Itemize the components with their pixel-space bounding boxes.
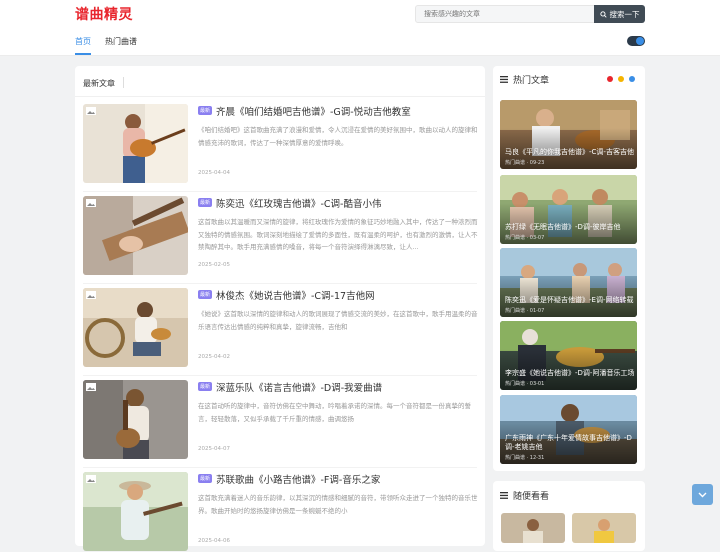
article-divider (83, 191, 477, 192)
hot-articles-title: 热门文章 (513, 76, 550, 86)
latest-articles-panel: 最新文章 最新 齐晨《咱们结婚吧吉他谱》-G调-悦动吉他教室 《咱们结婚吧》这首… (75, 66, 485, 551)
hot-article-card[interactable]: 李宗盛《她说吉他谱》-D调-阿潘音乐工场 热门曲谱 · 03-01 (500, 321, 637, 390)
dot-yellow (618, 76, 624, 82)
image-icon (86, 475, 96, 483)
article-item[interactable]: 最新 陈奕迅《红玫瑰吉他谱》-C调-酷音小伟 这首歌曲以其温暖而又深情的旋律，将… (83, 196, 478, 276)
article-title[interactable]: 齐晨《咱们结婚吧吉他谱》-G调-悦动吉他教室 (216, 104, 411, 118)
search-icon (599, 10, 607, 18)
article-title[interactable]: 陈奕迅《红玫瑰吉他谱》-C调-酷音小伟 (216, 196, 382, 210)
hot-article-title[interactable]: 李宗盛《她说吉他谱》-D调-阿潘音乐工场 (505, 369, 635, 378)
random-article-thumbnail[interactable] (501, 513, 565, 543)
article-date: 2025-04-06 (198, 538, 230, 544)
article-date: 2025-04-04 (198, 170, 230, 176)
search-bar: 搜索一下 (415, 5, 645, 23)
image-icon (86, 199, 96, 207)
new-badge: 最新 (198, 106, 212, 115)
article-date: 2025-04-02 (198, 354, 230, 360)
article-item[interactable]: 最新 齐晨《咱们结婚吧吉他谱》-G调-悦动吉他教室 《咱们结婚吧》这首歌曲充满了… (83, 104, 478, 184)
new-badge: 最新 (198, 290, 212, 299)
hot-article-meta: 热门曲谱 · 09-23 (505, 160, 545, 166)
image-icon (86, 383, 96, 391)
list-icon (500, 492, 508, 499)
new-badge: 最新 (198, 382, 212, 391)
article-item[interactable]: 最新 深蓝乐队《诺言吉他谱》-D调-我爱曲谱 在这首动听的旋律中，音符仿佛在空中… (83, 380, 477, 460)
article-thumbnail[interactable] (83, 104, 188, 183)
article-item[interactable]: 最新 林俊杰《她说吉他谱》-C调-17吉他网 《她说》这首歌以深情的旋律和动人的… (83, 288, 478, 368)
section-title: 最新文章 (83, 79, 115, 88)
hot-article-meta: 热门曲谱 · 03-07 (505, 235, 545, 241)
hot-articles-panel: 热门文章 马良《平凡的你我吉他谱》-C调-吉客吉他 热门曲谱 · 09-23 苏… (493, 66, 645, 471)
hot-article-meta: 热门曲谱 · 01-07 (505, 308, 545, 314)
search-button[interactable]: 搜索一下 (594, 5, 645, 23)
dot-red (607, 76, 613, 82)
title-divider (123, 77, 124, 88)
hot-article-title[interactable]: 马良《平凡的你我吉他谱》-C调-吉客吉他 (505, 148, 635, 157)
hot-article-card[interactable]: 陈奕迅《爱是怀疑吉他谱》-E调-网络转载 热门曲谱 · 01-07 (500, 248, 637, 317)
search-button-label: 搜索一下 (609, 9, 640, 19)
new-badge: 最新 (198, 198, 212, 207)
image-icon (86, 107, 96, 115)
article-thumbnail[interactable] (83, 380, 188, 459)
hot-article-card[interactable]: 广东雨神《广东十年爱情故事吉他谱》-D调-老姚吉他 热门曲谱 · 12-31 (500, 395, 637, 464)
random-articles-title: 随便看看 (513, 492, 550, 502)
theme-toggle[interactable] (627, 36, 645, 46)
nav-item-home[interactable]: 首页 (75, 36, 91, 47)
hot-article-title[interactable]: 陈奕迅《爱是怀疑吉他谱》-E调-网络转载 (505, 296, 635, 305)
article-excerpt: 这首歌曲以其温暖而又深情的旋律，将红玫瑰作为爱情的象征巧妙地融入其中，传达了一种… (198, 218, 478, 251)
article-title[interactable]: 林俊杰《她说吉他谱》-C调-17吉他网 (216, 288, 375, 302)
random-articles-heading: 随便看看 (500, 489, 549, 502)
article-thumbnail[interactable] (83, 288, 188, 367)
article-item[interactable]: 最新 苏联歌曲《小路吉他谱》-F调-音乐之家 这首歌充满着迷人的音乐韵律，以其深… (83, 472, 478, 552)
image-icon (86, 291, 96, 299)
hot-article-card[interactable]: 马良《平凡的你我吉他谱》-C调-吉客吉他 热门曲谱 · 09-23 (500, 100, 637, 169)
hot-article-title[interactable]: 广东雨神《广东十年爱情故事吉他谱》-D调-老姚吉他 (505, 434, 635, 452)
article-title[interactable]: 苏联歌曲《小路吉他谱》-F调-音乐之家 (216, 472, 380, 486)
hot-article-meta: 热门曲谱 · 12-31 (505, 455, 545, 461)
list-icon (500, 76, 508, 83)
toggle-knob (636, 37, 644, 45)
article-thumbnail[interactable] (83, 472, 188, 551)
nav-item-hot-scores[interactable]: 热门曲谱 (105, 36, 137, 47)
article-date: 2025-02-05 (198, 262, 230, 268)
hot-article-title[interactable]: 苏打绿《无眠吉他谱》-D调-彼岸吉他 (505, 223, 635, 232)
article-title[interactable]: 深蓝乐队《诺言吉他谱》-D调-我爱曲谱 (216, 380, 382, 394)
article-divider (83, 467, 477, 468)
article-excerpt: 《咱们结婚吧》这首歌曲充满了浪漫和爱情，令人沉浸在爱情的美好氛围中，歌曲以动人的… (198, 126, 478, 147)
nav-active-indicator (75, 53, 91, 55)
random-article-thumbnail[interactable] (572, 513, 636, 543)
article-date: 2025-04-07 (198, 446, 230, 452)
hot-article-card[interactable]: 苏打绿《无眠吉他谱》-D调-彼岸吉他 热门曲谱 · 03-07 (500, 175, 637, 244)
window-dots (607, 76, 635, 82)
search-input[interactable] (415, 5, 595, 23)
article-excerpt: 《她说》这首歌以深情的旋律和动人的歌词展现了情感交流的美妙，在这首歌中，歌手用温… (198, 310, 478, 331)
section-underline (75, 96, 485, 97)
site-logo[interactable]: 谱曲精灵 (75, 4, 133, 24)
new-badge: 最新 (198, 474, 212, 483)
article-excerpt: 这首歌充满着迷人的音乐韵律，以其深沉的情感和细腻的音符，带领听众走进了一个独特的… (198, 494, 478, 515)
back-to-top-button[interactable] (692, 484, 713, 505)
site-header: 谱曲精灵 搜索一下 首页 热门曲谱 (0, 0, 720, 56)
article-thumbnail[interactable] (83, 196, 188, 275)
dot-blue (629, 76, 635, 82)
random-articles-panel: 随便看看 (493, 481, 645, 551)
article-divider (83, 375, 477, 376)
hot-articles-heading: 热门文章 (500, 73, 549, 86)
article-divider (83, 283, 477, 284)
hot-article-meta: 热门曲谱 · 03-01 (505, 381, 545, 387)
article-excerpt: 在这首动听的旋律中，音符仿佛在空中舞动，吟唱着承诺的深情。每一个音符都是一份真挚… (198, 402, 471, 423)
chevron-down-icon (698, 492, 707, 497)
